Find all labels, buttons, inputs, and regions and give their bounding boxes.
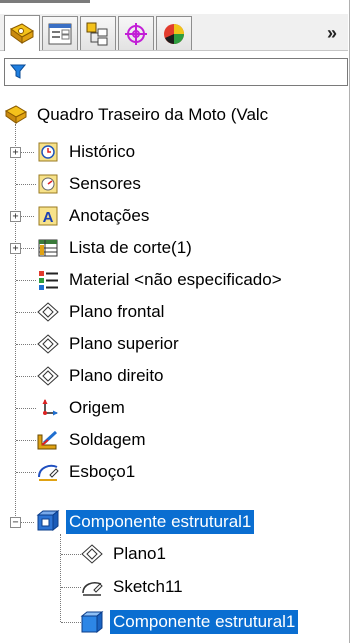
tree-connector (16, 472, 36, 473)
property-manager-tab[interactable] (42, 16, 78, 50)
expand-toggle-historico[interactable]: + (10, 147, 21, 158)
material-icon (36, 268, 60, 292)
display-manager-tab[interactable] (156, 16, 192, 50)
structural-member-icon (36, 510, 60, 534)
body-icon (80, 610, 104, 634)
tree-item-label: Material <não especificado> (69, 270, 282, 289)
feature-manager-tab[interactable] (4, 15, 40, 51)
svg-text:A: A (43, 209, 54, 226)
expand-toggle-lista-de-corte[interactable]: + (10, 243, 21, 254)
tree-item-label: Componente estrutural1 (110, 610, 299, 634)
tree-connector (16, 312, 36, 313)
plane-icon (80, 542, 104, 566)
tree-item-label: Origem (69, 398, 125, 417)
cut-list-icon (36, 236, 60, 260)
tree-item-label: Plano1 (113, 544, 166, 563)
tree-connector (16, 376, 36, 377)
collapse-toggle-componente-estrutural1[interactable]: − (10, 517, 21, 528)
tree-item-origem[interactable]: Origem (36, 393, 128, 423)
tree-item-plano-direito[interactable]: Plano direito (36, 361, 167, 391)
tree-item-componente-estrutural1[interactable]: Componente estrutural1 (36, 507, 255, 537)
tree-item-plano-superior[interactable]: Plano superior (36, 329, 182, 359)
tree-filter-input[interactable] (4, 58, 348, 86)
tree-child-componente-estrutural1[interactable]: Componente estrutural1 (80, 607, 299, 637)
tree-item-anotacoes[interactable]: A Anotações (36, 201, 152, 231)
tree-item-label: Anotações (69, 206, 150, 225)
sensors-icon (36, 172, 60, 196)
tree-connector (61, 554, 81, 555)
configuration-manager-icon (86, 22, 108, 45)
tree-item-lista-de-corte[interactable]: Lista de corte(1) (36, 233, 195, 263)
annotations-icon: A (36, 204, 60, 228)
tree-item-label: Plano direito (69, 366, 164, 385)
expand-toggle-anotacoes[interactable]: + (10, 211, 21, 222)
tree-item-label: Plano superior (69, 334, 179, 353)
panel-right-edge[interactable] (349, 0, 358, 643)
sketch-icon (80, 575, 104, 599)
tree-connector (61, 587, 81, 588)
plane-icon (36, 300, 60, 324)
tree-connector (16, 280, 36, 281)
tree-connector (16, 344, 36, 345)
configuration-manager-tab[interactable] (80, 16, 116, 50)
tree-item-material[interactable]: Material <não especificado> (36, 265, 285, 295)
tree-line-children (60, 534, 61, 622)
tree-item-label: Sensores (69, 174, 141, 193)
tree-item-label: Plano frontal (69, 302, 165, 321)
tree-connector (16, 408, 36, 409)
property-manager-icon (48, 23, 72, 44)
tree-item-sensores[interactable]: Sensores (36, 169, 144, 199)
tree-item-label: Soldagem (69, 430, 146, 449)
tree-connector (16, 184, 36, 185)
top-border-segment (0, 0, 90, 3)
plane-icon (36, 364, 60, 388)
filter-icon (9, 64, 27, 79)
dimxpert-manager-tab[interactable] (118, 16, 154, 50)
plane-icon (36, 332, 60, 356)
tree-item-label: Histórico (69, 142, 136, 161)
tree-item-label: Sketch11 (113, 577, 183, 596)
part-icon (4, 103, 28, 127)
display-manager-icon (164, 23, 184, 44)
feature-manager-icon (10, 22, 34, 44)
tree-root-label: Quadro Traseiro da Moto (Valc (37, 105, 269, 124)
tree-item-historico[interactable]: Histórico (36, 137, 138, 167)
window-top-edge (0, 0, 358, 10)
more-tabs-chevron-icon[interactable]: » (322, 22, 342, 44)
weldment-icon (36, 428, 60, 452)
tree-child-sketch11[interactable]: Sketch11 (80, 572, 186, 602)
manager-tabs-toolbar: » (0, 14, 348, 51)
tree-root-part[interactable]: Quadro Traseiro da Moto (Valc (4, 100, 271, 130)
history-icon (36, 140, 60, 164)
tree-item-label: Componente estrutural1 (66, 510, 255, 534)
tree-item-plano-frontal[interactable]: Plano frontal (36, 297, 167, 327)
tree-connector (16, 440, 36, 441)
tree-connector (61, 622, 81, 623)
origin-icon (36, 396, 60, 420)
dimxpert-manager-icon (125, 22, 147, 45)
tree-item-label: Lista de corte(1) (69, 238, 192, 257)
tree-child-plano1[interactable]: Plano1 (80, 539, 169, 569)
tree-item-label: Esboço1 (69, 462, 136, 481)
feature-tree: Quadro Traseiro da Moto (Valc + Históric… (0, 96, 349, 643)
tree-item-esboco1[interactable]: Esboço1 (36, 457, 138, 487)
sketch-icon (36, 460, 60, 484)
tree-item-soldagem[interactable]: Soldagem (36, 425, 149, 455)
